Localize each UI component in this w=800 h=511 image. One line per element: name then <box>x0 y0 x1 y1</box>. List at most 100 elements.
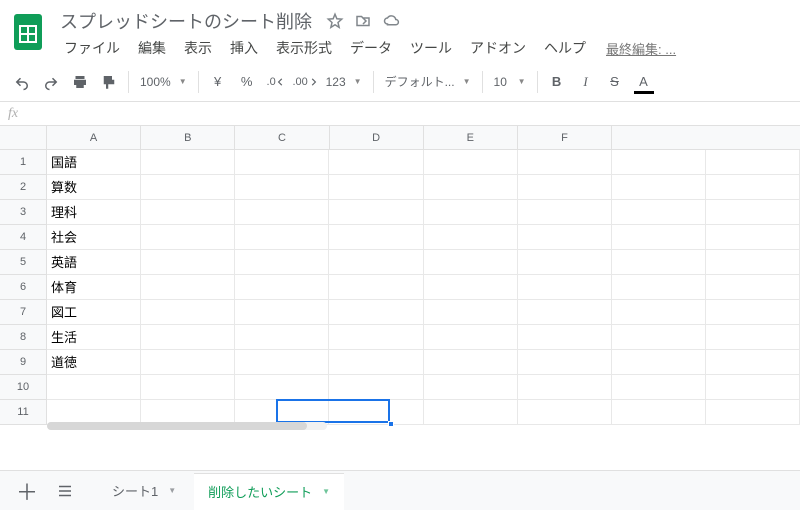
cell[interactable] <box>424 400 518 425</box>
text-color-button[interactable]: A <box>630 68 658 96</box>
cell[interactable]: 英語 <box>47 250 141 275</box>
cell[interactable] <box>329 225 423 250</box>
cell[interactable] <box>424 250 518 275</box>
all-sheets-button[interactable] <box>48 476 82 506</box>
cell[interactable] <box>329 400 423 425</box>
font-size-select[interactable]: 10▼ <box>488 68 532 96</box>
spreadsheet-grid[interactable]: ABCDEF 1234567891011 国語算数理科社会英語体育図工生活道徳 <box>0 126 800 432</box>
font-select[interactable]: デフォルト...▼ <box>379 68 477 96</box>
cell[interactable] <box>424 225 518 250</box>
cell[interactable] <box>706 375 800 400</box>
formula-bar[interactable]: fx <box>0 102 800 126</box>
cell[interactable] <box>235 275 329 300</box>
cell[interactable] <box>329 275 423 300</box>
cell[interactable] <box>235 225 329 250</box>
cell[interactable] <box>141 300 235 325</box>
row-header[interactable]: 5 <box>0 250 47 275</box>
menu-addons[interactable]: アドオン <box>462 34 534 62</box>
menu-edit[interactable]: 編集 <box>130 34 174 62</box>
cell[interactable] <box>141 275 235 300</box>
last-edit-link[interactable]: 最終編集: ... <box>606 39 676 58</box>
cell[interactable] <box>424 175 518 200</box>
menu-data[interactable]: データ <box>342 34 400 62</box>
undo-icon[interactable] <box>8 68 36 96</box>
cell[interactable] <box>141 375 235 400</box>
row-header[interactable]: 6 <box>0 275 47 300</box>
cell[interactable] <box>706 200 800 225</box>
cell[interactable] <box>424 200 518 225</box>
cell[interactable] <box>329 150 423 175</box>
cell[interactable] <box>518 150 612 175</box>
cell[interactable] <box>47 375 141 400</box>
menu-file[interactable]: ファイル <box>56 34 128 62</box>
cell[interactable]: 社会 <box>47 225 141 250</box>
star-icon[interactable] <box>326 12 344 30</box>
cell[interactable] <box>612 325 706 350</box>
row-header[interactable]: 1 <box>0 150 47 175</box>
cell[interactable] <box>612 300 706 325</box>
bold-button[interactable]: B <box>543 68 571 96</box>
row-header[interactable]: 8 <box>0 325 47 350</box>
column-header[interactable]: E <box>424 126 518 150</box>
cell[interactable] <box>141 325 235 350</box>
cell[interactable] <box>235 375 329 400</box>
cell[interactable] <box>235 250 329 275</box>
number-format-select[interactable]: 123▼ <box>320 68 368 96</box>
cell[interactable] <box>235 350 329 375</box>
cell[interactable] <box>518 350 612 375</box>
cell[interactable] <box>706 225 800 250</box>
cell[interactable] <box>518 400 612 425</box>
cell[interactable] <box>706 400 800 425</box>
cell[interactable] <box>612 400 706 425</box>
row-header[interactable]: 11 <box>0 400 47 425</box>
cell[interactable] <box>141 175 235 200</box>
cell[interactable] <box>141 250 235 275</box>
cell[interactable] <box>706 175 800 200</box>
cell[interactable] <box>612 225 706 250</box>
row-header[interactable]: 7 <box>0 300 47 325</box>
cell[interactable] <box>235 325 329 350</box>
cell[interactable]: 国語 <box>47 150 141 175</box>
cell[interactable] <box>235 200 329 225</box>
cell[interactable] <box>329 375 423 400</box>
cell[interactable] <box>518 250 612 275</box>
cell[interactable] <box>329 325 423 350</box>
strikethrough-button[interactable]: S <box>601 68 629 96</box>
print-icon[interactable] <box>66 68 94 96</box>
cell[interactable] <box>424 150 518 175</box>
cell[interactable] <box>706 250 800 275</box>
select-all-corner[interactable] <box>0 126 47 150</box>
cell[interactable]: 体育 <box>47 275 141 300</box>
cell[interactable] <box>612 200 706 225</box>
cells[interactable]: 国語算数理科社会英語体育図工生活道徳 <box>47 150 800 425</box>
tab-sheet2-active[interactable]: 削除したいシート▼ <box>194 473 344 511</box>
cell[interactable] <box>235 150 329 175</box>
cell[interactable] <box>518 275 612 300</box>
doc-title[interactable]: スプレッドシートのシート削除 <box>56 6 316 36</box>
italic-button[interactable]: I <box>572 68 600 96</box>
cell[interactable] <box>706 150 800 175</box>
cell[interactable] <box>706 300 800 325</box>
menu-format[interactable]: 表示形式 <box>268 34 340 62</box>
cell[interactable]: 算数 <box>47 175 141 200</box>
horizontal-scrollbar[interactable] <box>47 422 327 430</box>
cell[interactable] <box>518 200 612 225</box>
cell[interactable] <box>518 175 612 200</box>
cell[interactable] <box>612 175 706 200</box>
sheets-logo[interactable] <box>10 8 46 56</box>
cell[interactable] <box>329 250 423 275</box>
cell[interactable]: 道徳 <box>47 350 141 375</box>
cell[interactable] <box>329 350 423 375</box>
percent-button[interactable]: % <box>233 68 261 96</box>
cell[interactable] <box>424 375 518 400</box>
cell[interactable]: 理科 <box>47 200 141 225</box>
menu-tools[interactable]: ツール <box>402 34 460 62</box>
row-header[interactable]: 3 <box>0 200 47 225</box>
cell[interactable] <box>235 300 329 325</box>
cell[interactable] <box>424 350 518 375</box>
column-header[interactable]: A <box>47 126 141 150</box>
cell[interactable] <box>518 225 612 250</box>
decrease-decimal-button[interactable]: .0 <box>262 68 290 96</box>
cell[interactable] <box>518 325 612 350</box>
cell[interactable] <box>612 350 706 375</box>
